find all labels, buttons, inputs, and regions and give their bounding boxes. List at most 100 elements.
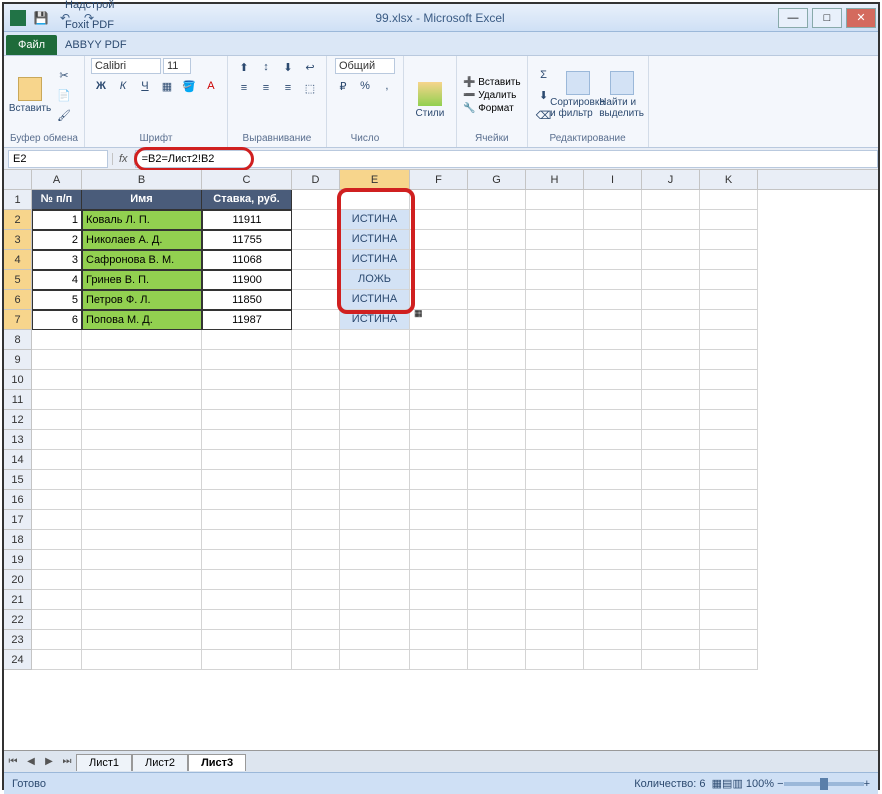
align-top-button[interactable]: ⬆: [234, 58, 254, 76]
cell-F19[interactable]: [410, 550, 468, 570]
cell-D24[interactable]: [292, 650, 340, 670]
cell-C4[interactable]: 11068: [202, 250, 292, 270]
cell-G23[interactable]: [468, 630, 526, 650]
cell-D3[interactable]: [292, 230, 340, 250]
cell-C12[interactable]: [202, 410, 292, 430]
cell-I8[interactable]: [584, 330, 642, 350]
cell-H16[interactable]: [526, 490, 584, 510]
cell-A24[interactable]: [32, 650, 82, 670]
sheet-nav-first[interactable]: ⏮: [4, 756, 22, 767]
cell-I7[interactable]: [584, 310, 642, 330]
cell-C14[interactable]: [202, 450, 292, 470]
cell-E2[interactable]: ИСТИНА: [340, 210, 410, 230]
cell-G11[interactable]: [468, 390, 526, 410]
cell-D20[interactable]: [292, 570, 340, 590]
cell-D1[interactable]: [292, 190, 340, 210]
row-header-11[interactable]: 11: [4, 390, 32, 410]
autosum-button[interactable]: Σ: [534, 66, 554, 84]
row-header-5[interactable]: 5: [4, 270, 32, 290]
cell-K20[interactable]: [700, 570, 758, 590]
wrap-text-button[interactable]: ↩: [300, 58, 320, 76]
cell-C8[interactable]: [202, 330, 292, 350]
row-header-4[interactable]: 4: [4, 250, 32, 270]
row-header-24[interactable]: 24: [4, 650, 32, 670]
zoom-level[interactable]: 100%: [746, 778, 774, 790]
cell-E9[interactable]: [340, 350, 410, 370]
cell-D18[interactable]: [292, 530, 340, 550]
insert-cells-button[interactable]: ➕ Вставить: [463, 77, 521, 88]
row-header-20[interactable]: 20: [4, 570, 32, 590]
cell-H1[interactable]: [526, 190, 584, 210]
cut-button[interactable]: ✂: [54, 66, 74, 84]
cell-E14[interactable]: [340, 450, 410, 470]
cell-J16[interactable]: [642, 490, 700, 510]
font-name-combo[interactable]: Calibri: [91, 58, 161, 74]
cell-G1[interactable]: [468, 190, 526, 210]
cell-B3[interactable]: Николаев А. Д.: [82, 230, 202, 250]
bold-button[interactable]: Ж: [91, 77, 111, 95]
cell-A7[interactable]: 6: [32, 310, 82, 330]
cell-F4[interactable]: [410, 250, 468, 270]
cell-B16[interactable]: [82, 490, 202, 510]
cell-G12[interactable]: [468, 410, 526, 430]
ribbon-tab-foxit pdf[interactable]: Foxit PDF: [57, 15, 135, 35]
cell-F5[interactable]: [410, 270, 468, 290]
cell-K23[interactable]: [700, 630, 758, 650]
copy-button[interactable]: 📄: [54, 86, 74, 104]
cell-I23[interactable]: [584, 630, 642, 650]
cell-E20[interactable]: [340, 570, 410, 590]
cell-J14[interactable]: [642, 450, 700, 470]
align-middle-button[interactable]: ↕: [256, 58, 276, 76]
cell-D4[interactable]: [292, 250, 340, 270]
cell-J13[interactable]: [642, 430, 700, 450]
column-header-I[interactable]: I: [584, 170, 642, 189]
cell-C20[interactable]: [202, 570, 292, 590]
column-header-B[interactable]: B: [82, 170, 202, 189]
row-header-1[interactable]: 1: [4, 190, 32, 210]
cell-J20[interactable]: [642, 570, 700, 590]
fill-handle-icon[interactable]: ▦: [414, 308, 424, 318]
cell-B5[interactable]: Гринев В. П.: [82, 270, 202, 290]
cell-A16[interactable]: [32, 490, 82, 510]
cell-A13[interactable]: [32, 430, 82, 450]
cell-J22[interactable]: [642, 610, 700, 630]
cell-I15[interactable]: [584, 470, 642, 490]
cell-H6[interactable]: [526, 290, 584, 310]
cell-I2[interactable]: [584, 210, 642, 230]
cell-G20[interactable]: [468, 570, 526, 590]
cell-I17[interactable]: [584, 510, 642, 530]
cell-H5[interactable]: [526, 270, 584, 290]
cell-D13[interactable]: [292, 430, 340, 450]
cell-F23[interactable]: [410, 630, 468, 650]
find-select-button[interactable]: Найти и выделить: [602, 71, 642, 119]
border-button[interactable]: ▦: [157, 77, 177, 95]
grid-area[interactable]: ABCDEFGHIJK 1234567891011121314151617181…: [4, 170, 878, 750]
cell-I11[interactable]: [584, 390, 642, 410]
align-left-button[interactable]: ≡: [234, 79, 254, 97]
cell-F21[interactable]: [410, 590, 468, 610]
cell-B7[interactable]: Попова М. Д.: [82, 310, 202, 330]
cell-A14[interactable]: [32, 450, 82, 470]
cell-G22[interactable]: [468, 610, 526, 630]
row-header-17[interactable]: 17: [4, 510, 32, 530]
cell-J11[interactable]: [642, 390, 700, 410]
row-header-10[interactable]: 10: [4, 370, 32, 390]
cell-I18[interactable]: [584, 530, 642, 550]
delete-cells-button[interactable]: ➖ Удалить: [463, 90, 521, 101]
save-button[interactable]: 💾: [32, 9, 50, 27]
view-layout-icon[interactable]: ▤: [722, 777, 732, 790]
column-header-H[interactable]: H: [526, 170, 584, 189]
sheet-tab-Лист3[interactable]: Лист3: [188, 754, 246, 771]
cell-B4[interactable]: Сафронова В. М.: [82, 250, 202, 270]
cell-D11[interactable]: [292, 390, 340, 410]
cell-E13[interactable]: [340, 430, 410, 450]
cell-B2[interactable]: Коваль Л. П.: [82, 210, 202, 230]
row-header-23[interactable]: 23: [4, 630, 32, 650]
align-bottom-button[interactable]: ⬇: [278, 58, 298, 76]
cell-C22[interactable]: [202, 610, 292, 630]
cell-E4[interactable]: ИСТИНА: [340, 250, 410, 270]
cell-G21[interactable]: [468, 590, 526, 610]
cell-E24[interactable]: [340, 650, 410, 670]
cell-A21[interactable]: [32, 590, 82, 610]
cell-G13[interactable]: [468, 430, 526, 450]
